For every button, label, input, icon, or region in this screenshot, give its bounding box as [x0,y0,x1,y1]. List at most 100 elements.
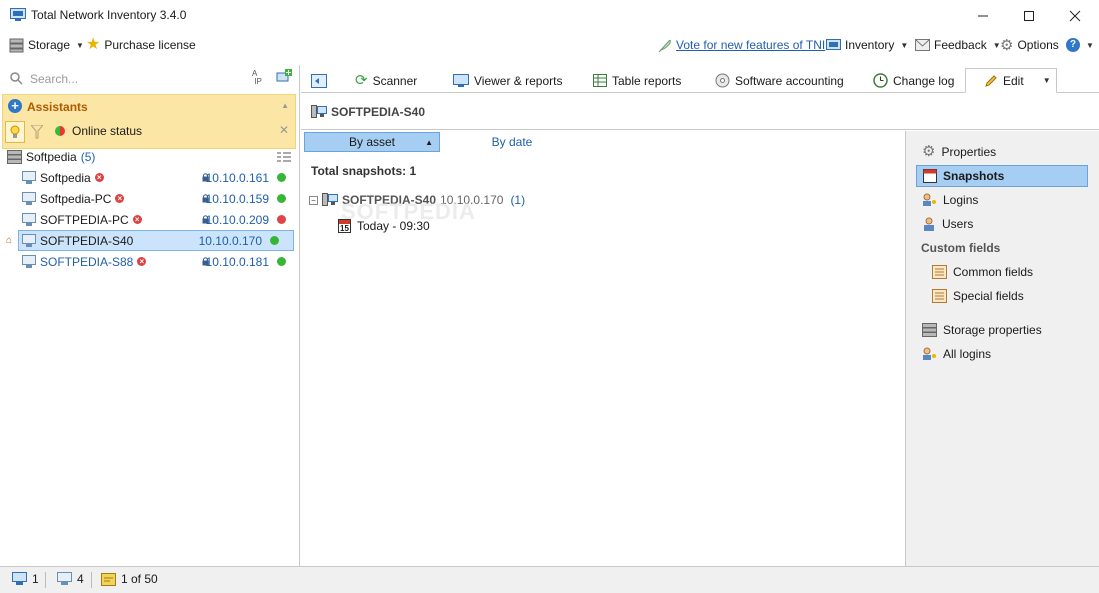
tree-item-ip: 10.10.0.159 [205,191,269,206]
options-label: Options [1017,38,1059,52]
search-input[interactable]: Search... [30,72,78,86]
special-fields-item[interactable]: Special fields [926,285,1088,307]
chevron-down-icon[interactable]: ▼ [1043,76,1051,85]
tab-label: Change log [893,73,955,88]
storage-icon [9,38,24,53]
left-panel: Search... A IP + Assistants ▲ Online sta… [0,65,300,566]
gear-icon: ⚙ [1000,36,1014,54]
add-assistant-icon[interactable]: + [8,99,22,113]
users-key-icon [922,347,937,361]
chevron-down-icon: ▼ [1086,40,1094,50]
purchase-license-button[interactable]: ★ Purchase license [86,35,196,55]
chevron-down-icon: ▼ [900,40,909,50]
logins-label: Logins [943,193,979,207]
app-icon [10,8,26,22]
logins-item[interactable]: Logins [916,189,1088,211]
tree-item[interactable]: ⌂ SOFTPEDIA-S40 10.10.0.170 [6,230,294,251]
status-indicator [270,236,279,245]
sort-up-icon: ▲ [425,137,433,147]
assistants-title: Assistants [27,100,88,114]
tab-edit[interactable]: Edit ▼ [965,68,1057,93]
status-indicator [277,257,286,266]
filter-icon[interactable] [29,122,45,142]
window-title: Total Network Inventory 3.4.0 [31,8,187,22]
group-name: Softpedia [26,149,77,164]
table-icon [593,74,607,87]
star-icon: ★ [86,36,101,53]
feedback-menu[interactable]: Feedback ▼ [915,35,1001,55]
asset-header: SOFTPEDIA-S40 [301,94,1099,130]
common-fields-item[interactable]: Common fields [926,261,1088,283]
collapse-icon[interactable]: ▲ [281,101,289,110]
tab-viewer-reports[interactable]: Viewer & reports [449,68,566,93]
tree-item-name: SOFTPEDIA-S88 [40,254,134,269]
users-item[interactable]: Users [916,213,1088,235]
storage-properties-item[interactable]: Storage properties [916,319,1088,341]
by-date-button[interactable]: By date [444,132,580,152]
online-computers[interactable]: 1 [12,572,39,586]
properties-label: Properties [941,145,997,159]
assistants-panel: + Assistants ▲ Online status ✕ [2,94,296,149]
computer-icon [22,212,36,227]
computer-icon [322,193,338,207]
storage-menu[interactable]: Storage ▼ [9,35,84,55]
custom-fields-heading: Custom fields [921,241,1001,255]
by-asset-button[interactable]: By asset ▲ [304,132,440,152]
all-logins-label: All logins [943,347,992,361]
tree-group-softpedia[interactable]: Softpedia (5) [0,146,300,167]
tree-item[interactable]: Softpedia-PC × 10.10.0.159 [0,188,300,209]
help-menu[interactable]: ? ▼ [1066,35,1094,55]
snapshot-count: (1) [510,193,526,207]
status-indicator [277,194,286,203]
status-bar: 1 4 1 of 50 [0,566,1099,593]
lightbulb-icon[interactable] [5,121,25,143]
tree-item[interactable]: SOFTPEDIA-S88 × 10.10.0.181 [0,251,300,272]
feather-icon [657,38,672,53]
inventory-menu[interactable]: Inventory ▼ [826,35,908,55]
add-computer-icon[interactable] [276,69,292,85]
pencil-icon [984,74,998,88]
tree-item-ip: 10.10.0.161 [205,170,269,185]
tab-label: Edit [1003,73,1024,88]
maximize-button[interactable] [1006,0,1052,31]
collapse-tree-icon[interactable]: − [309,195,318,205]
offline-computers[interactable]: 4 [57,572,84,586]
sort-by-name-ip-icon[interactable]: A IP [252,70,262,86]
page-counter[interactable]: 1 of 50 [101,572,158,586]
properties-item[interactable]: ⚙ Properties [916,141,1088,163]
offline-count: 4 [77,572,84,586]
tree-item-name: SOFTPEDIA-PC [40,212,129,227]
all-logins-item[interactable]: All logins [916,343,1088,365]
tree-item[interactable]: SOFTPEDIA-PC × 10.10.0.209 [0,209,300,230]
vote-link[interactable]: Vote for new features of TNI [657,35,825,55]
list-view-icon[interactable] [277,151,291,163]
tab-change-log[interactable]: Change log [869,68,958,93]
tab-table-reports[interactable]: Table reports [589,68,685,93]
snapshots-item[interactable]: Snapshots [916,165,1088,187]
form-icon [932,265,947,279]
tab-label: Table reports [612,73,682,88]
tab-software-accounting[interactable]: Software accounting [711,68,848,93]
snapshots-label: Snapshots [943,169,1005,183]
snapshots-view: By asset ▲ By date Total snapshots: 1 − … [301,131,904,566]
page-count: 1 of 50 [121,572,158,586]
options-button[interactable]: ⚙ Options [1000,35,1059,55]
inventory-label: Inventory [845,38,895,52]
chevron-down-icon: ▼ [76,40,84,50]
computer-icon [311,105,327,119]
close-button[interactable] [1052,0,1098,31]
by-asset-label: By asset [348,135,396,149]
calendar-icon [923,169,937,183]
tab-bar: ⟳ Scanner Viewer & reports Table reports… [301,65,1099,93]
search-icon [10,72,23,85]
tab-scanner[interactable]: ⟳ Scanner [351,68,421,93]
help-icon: ? [1066,38,1080,52]
network-computer-icon [57,572,72,586]
close-filter-icon[interactable]: ✕ [279,123,289,137]
search-bar: Search... A IP [0,65,300,93]
mail-icon [915,39,930,51]
minimize-button[interactable] [960,0,1006,31]
navigation-icon[interactable] [307,68,331,93]
asset-name: SOFTPEDIA-S40 [331,105,426,119]
tree-item[interactable]: Softpedia × 10.10.0.161 [0,167,300,188]
